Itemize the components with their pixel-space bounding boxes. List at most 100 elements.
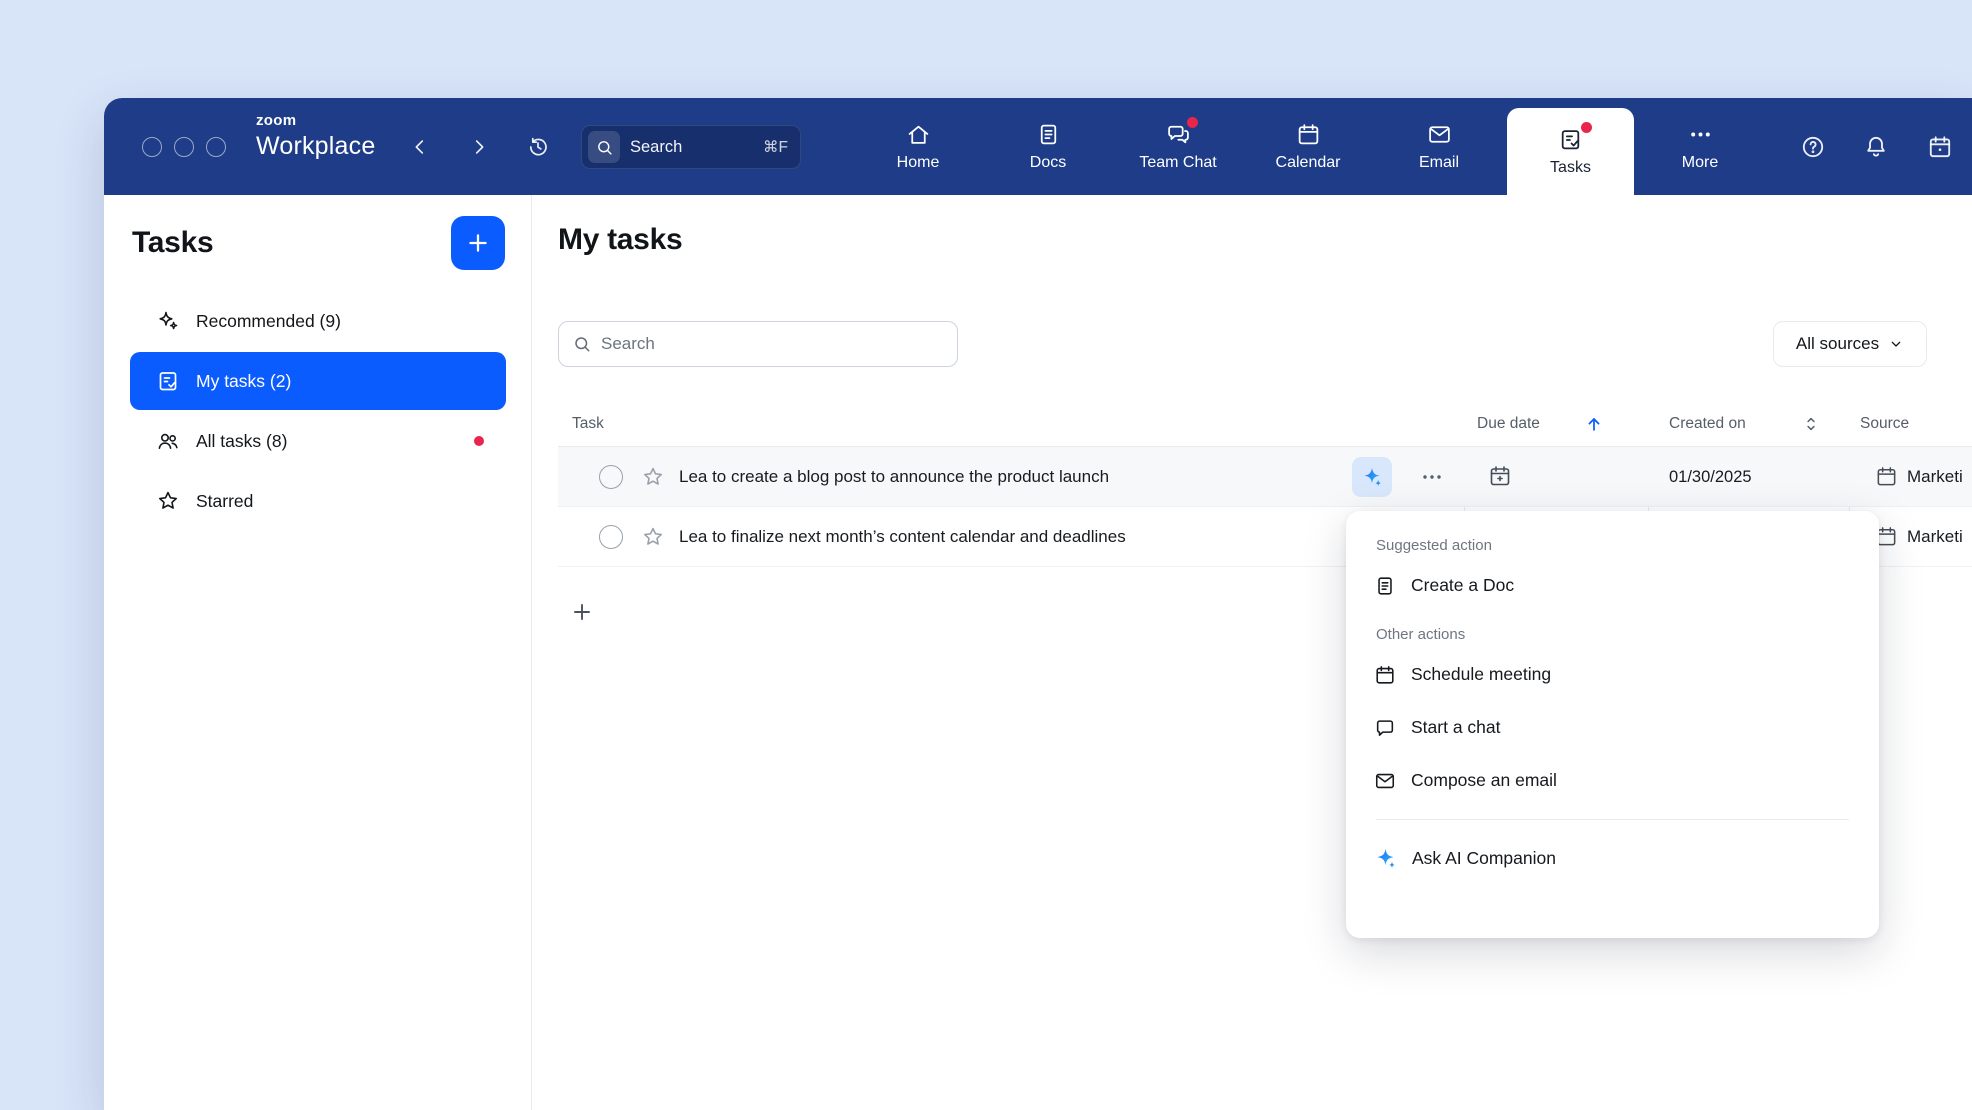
star-icon bbox=[641, 465, 665, 489]
schedule-button[interactable] bbox=[1924, 131, 1956, 163]
sidebar-title: Tasks bbox=[132, 226, 213, 260]
nav-team-chat-label: Team Chat bbox=[1139, 154, 1216, 172]
sidebar-item-all-tasks[interactable]: All tasks (8) bbox=[130, 412, 506, 470]
column-header-created-on[interactable]: Created on bbox=[1669, 401, 1746, 447]
suggested-action-label: Suggested action bbox=[1376, 533, 1851, 559]
menu-item-label: Schedule meeting bbox=[1411, 664, 1551, 685]
sidebar-header: Tasks bbox=[132, 215, 505, 271]
task-created-on: 01/30/2025 bbox=[1669, 447, 1752, 507]
global-search[interactable]: Search ⌘F bbox=[581, 125, 801, 169]
task-source: Marketi bbox=[1907, 447, 1963, 507]
window-controls[interactable] bbox=[142, 137, 226, 157]
nav-tasks[interactable]: Tasks bbox=[1507, 108, 1634, 195]
task-row[interactable]: Lea to create a blog post to announce th… bbox=[558, 447, 1972, 507]
nav-calendar[interactable]: Calendar bbox=[1252, 98, 1364, 195]
menu-item-label: Start a chat bbox=[1411, 717, 1501, 738]
menu-item-compose-email[interactable]: Compose an email bbox=[1374, 754, 1851, 807]
doc-icon bbox=[1374, 575, 1396, 597]
nav-more[interactable]: More bbox=[1644, 98, 1756, 195]
menu-item-ask-ai-companion[interactable]: Ask AI Companion bbox=[1374, 832, 1851, 885]
sidebar-item-starred[interactable]: Starred bbox=[130, 472, 506, 530]
column-header-due-date[interactable]: Due date bbox=[1477, 401, 1540, 447]
notifications-button[interactable] bbox=[1860, 131, 1892, 163]
menu-item-label: Ask AI Companion bbox=[1412, 848, 1556, 869]
window-control-dot[interactable] bbox=[174, 137, 194, 157]
nav-more-label: More bbox=[1682, 154, 1718, 172]
chevron-left-icon bbox=[409, 136, 431, 158]
task-complete-checkbox[interactable] bbox=[599, 465, 623, 489]
page-title: My tasks bbox=[558, 223, 682, 257]
sidebar-item-recommended[interactable]: Recommended (9) bbox=[130, 292, 506, 350]
nav-email-label: Email bbox=[1419, 154, 1459, 172]
menu-item-start-chat[interactable]: Start a chat bbox=[1374, 701, 1851, 754]
menu-item-create-doc[interactable]: Create a Doc bbox=[1374, 559, 1851, 612]
ellipsis-icon bbox=[1420, 465, 1444, 489]
plus-icon bbox=[570, 600, 594, 624]
other-actions-label: Other actions bbox=[1376, 622, 1851, 648]
history-button[interactable] bbox=[522, 131, 554, 163]
sparkles-icon bbox=[156, 309, 180, 333]
back-button[interactable] bbox=[404, 131, 436, 163]
task-title[interactable]: Lea to finalize next month’s content cal… bbox=[679, 507, 1126, 567]
brand-logo: zoom Workplace bbox=[256, 113, 375, 159]
sidebar-item-my-tasks[interactable]: My tasks (2) bbox=[130, 352, 506, 410]
team-chat-notification-dot bbox=[1187, 117, 1198, 128]
nav-docs[interactable]: Docs bbox=[992, 98, 1104, 195]
menu-divider bbox=[1376, 819, 1849, 820]
star-icon bbox=[156, 489, 180, 513]
people-icon bbox=[156, 429, 180, 453]
add-task-button[interactable] bbox=[451, 216, 505, 270]
calendar-icon bbox=[1374, 664, 1396, 686]
nav-home-label: Home bbox=[897, 154, 940, 172]
nav-tasks-label: Tasks bbox=[1550, 159, 1591, 177]
topbar: zoom Workplace Search ⌘F Home Docs bbox=[104, 98, 1972, 195]
ai-companion-sparkle-icon bbox=[1374, 847, 1397, 870]
add-new-task-button[interactable] bbox=[568, 598, 596, 626]
task-title[interactable]: Lea to create a blog post to announce th… bbox=[679, 447, 1109, 507]
forward-button[interactable] bbox=[463, 131, 495, 163]
nav-team-chat[interactable]: Team Chat bbox=[1122, 98, 1234, 195]
star-task-button[interactable] bbox=[641, 525, 665, 552]
add-due-date-button[interactable] bbox=[1488, 464, 1512, 491]
window-control-dot[interactable] bbox=[206, 137, 226, 157]
search-icon bbox=[573, 335, 591, 353]
sort-ascending-icon[interactable] bbox=[1584, 414, 1604, 434]
star-icon bbox=[641, 525, 665, 549]
plus-icon bbox=[465, 230, 491, 256]
zoom-workplace-window: zoom Workplace Search ⌘F Home Docs bbox=[104, 98, 1972, 1110]
help-button[interactable] bbox=[1797, 131, 1829, 163]
docs-icon bbox=[1036, 122, 1061, 147]
sources-filter-label: All sources bbox=[1796, 334, 1879, 354]
sidebar-item-label: Starred bbox=[196, 491, 253, 512]
nav-home[interactable]: Home bbox=[862, 98, 974, 195]
nav-email[interactable]: Email bbox=[1383, 98, 1495, 195]
tasks-search-input[interactable] bbox=[601, 322, 957, 366]
more-ellipsis-icon bbox=[1688, 122, 1713, 147]
home-icon bbox=[906, 122, 931, 147]
star-task-button[interactable] bbox=[641, 465, 665, 492]
nav-calendar-label: Calendar bbox=[1276, 154, 1341, 172]
brand-zoom-text: zoom bbox=[256, 113, 375, 128]
tasks-search bbox=[558, 321, 958, 367]
search-shortcut: ⌘F bbox=[763, 138, 788, 157]
help-icon bbox=[1800, 134, 1826, 160]
menu-item-schedule-meeting[interactable]: Schedule meeting bbox=[1374, 648, 1851, 701]
sidebar-item-label: My tasks (2) bbox=[196, 371, 291, 392]
sort-toggle-icon[interactable] bbox=[1801, 414, 1821, 434]
tasks-sidebar: Tasks Recommended (9) My tasks (2) All t… bbox=[104, 195, 532, 1110]
window-control-dot[interactable] bbox=[142, 137, 162, 157]
brand-workplace-text: Workplace bbox=[256, 134, 375, 159]
my-tasks-icon bbox=[156, 369, 180, 393]
chevron-down-icon bbox=[1888, 336, 1904, 352]
ai-sparkle-icon bbox=[1361, 466, 1383, 488]
search-icon bbox=[588, 131, 620, 163]
ai-companion-actions-button[interactable] bbox=[1352, 457, 1392, 497]
calendar-add-icon bbox=[1488, 464, 1512, 488]
bell-icon bbox=[1863, 134, 1889, 160]
sources-filter-dropdown[interactable]: All sources bbox=[1773, 321, 1927, 367]
task-complete-checkbox[interactable] bbox=[599, 525, 623, 549]
nav-docs-label: Docs bbox=[1030, 154, 1066, 172]
task-source: Marketi bbox=[1907, 507, 1963, 567]
row-more-actions-button[interactable] bbox=[1416, 463, 1448, 491]
chat-bubble-icon bbox=[1374, 717, 1396, 739]
